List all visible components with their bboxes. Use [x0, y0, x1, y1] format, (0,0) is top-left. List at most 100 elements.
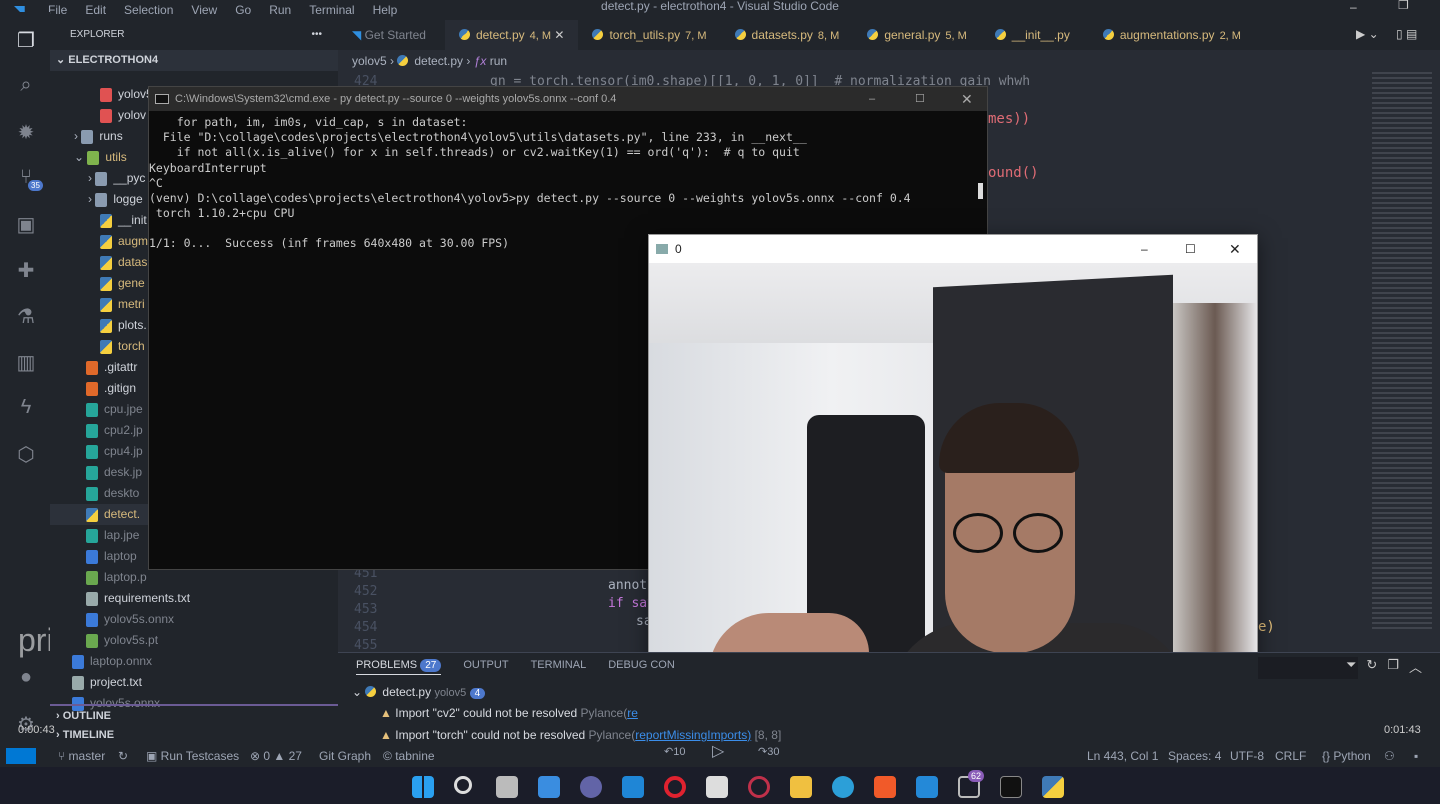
maximize-button[interactable]: ☐ — [915, 87, 925, 111]
problem-file[interactable]: ⌄ detect.py yolov5 4 — [352, 685, 486, 699]
opera-icon[interactable] — [664, 776, 686, 798]
filter-box[interactable] — [1258, 657, 1358, 679]
tab-torchutilspy[interactable]: torch_utils.py 7, M — [578, 20, 720, 50]
tabnine[interactable]: © tabnine — [383, 745, 435, 767]
notes-icon[interactable]: 62 — [958, 770, 985, 798]
tab-terminal[interactable]: TERMINAL — [531, 659, 587, 675]
cmd-line: KeyboardInterrupt — [149, 160, 267, 175]
indentation[interactable]: Spaces: 4 — [1168, 745, 1221, 767]
explorer-icon[interactable]: ❐ — [14, 28, 38, 52]
tab-detectpy[interactable]: detect.py 4, M ✕ — [444, 20, 579, 50]
run-testcases[interactable]: ▣ Run Testcases — [146, 745, 239, 767]
minimize-button[interactable]: – — [1141, 235, 1148, 263]
close-button[interactable]: ✕ — [1229, 235, 1241, 263]
minimap[interactable] — [1372, 72, 1432, 632]
tree-item[interactable]: yolov5s.onnx — [50, 609, 338, 630]
chevron-up-icon[interactable]: ︿ — [1409, 657, 1422, 676]
lightning-icon[interactable]: ϟ — [14, 396, 38, 420]
encoding[interactable]: UTF-8 — [1230, 745, 1264, 767]
breadcrumb-file[interactable]: detect.py — [414, 54, 463, 68]
tree-item[interactable]: requirements.txt — [50, 588, 338, 609]
problem-item[interactable]: ▲ Import "torch" could not be resolved P… — [380, 728, 781, 742]
tab-debug-console[interactable]: DEBUG CON — [608, 659, 675, 675]
forward-button[interactable]: ↷30 — [758, 741, 779, 763]
root-folder[interactable]: ⌄ ELECTROTHON4 — [50, 50, 338, 71]
search-icon[interactable] — [454, 776, 472, 794]
minimize-button[interactable]: – — [869, 87, 875, 111]
extensions-icon[interactable]: ✚ — [14, 258, 38, 282]
rewind-button[interactable]: ↶10 — [664, 741, 685, 763]
file-explorer-icon[interactable] — [790, 776, 812, 798]
maximize-button[interactable]: ☐ — [1185, 235, 1196, 263]
search-icon[interactable]: ⌕ — [14, 74, 38, 98]
tree-item[interactable]: yolov5s.pt — [50, 630, 338, 651]
source-control-icon[interactable]: ⑂ 35 — [14, 166, 43, 191]
breadcrumb-folder[interactable]: yolov5 — [352, 54, 387, 68]
store-icon[interactable] — [706, 776, 728, 798]
python-icon[interactable] — [1042, 776, 1064, 798]
git-graph[interactable]: Git Graph — [319, 745, 371, 767]
debug-icon[interactable]: ✹ — [14, 120, 38, 144]
folder-icon — [95, 192, 108, 207]
remote-button[interactable] — [6, 748, 36, 764]
branch[interactable]: ⑂ master — [58, 745, 105, 767]
tab-datasetspy[interactable]: datasets.py 8, M — [721, 20, 854, 50]
timeline-section[interactable]: › TIMELINE — [50, 725, 338, 746]
problems-status[interactable]: ⊗ 0 ▲ 27 — [250, 745, 302, 767]
eol[interactable]: CRLF — [1275, 745, 1306, 767]
edge-icon[interactable] — [832, 776, 854, 798]
breadcrumb-symbol[interactable]: run — [490, 54, 507, 68]
camera-title: 0 — [675, 242, 682, 256]
teams-icon[interactable] — [580, 776, 602, 798]
scrollbar[interactable] — [978, 183, 983, 199]
copy-icon[interactable]: ❐ — [1387, 657, 1399, 676]
outline-section[interactable]: › OUTLINE — [50, 704, 338, 725]
filter-icon[interactable]: ⏷ — [1346, 657, 1356, 676]
mail-icon[interactable] — [622, 776, 644, 798]
camera-window[interactable]: 0 – ☐ ✕ — [648, 234, 1258, 720]
language-mode[interactable]: {} Python — [1322, 745, 1371, 767]
cmd-output: for path, im, im0s, vid_cap, s in datase… — [149, 111, 987, 252]
close-button[interactable]: ✕ — [961, 87, 973, 111]
tab-initpy[interactable]: __init__.py — [981, 20, 1089, 50]
sync-icon[interactable]: ↻ — [118, 745, 128, 767]
brave-icon[interactable] — [874, 776, 896, 798]
copilot-icon[interactable]: ⚇ — [1384, 745, 1395, 767]
play-button[interactable]: ▷ — [712, 741, 724, 763]
more-actions-button[interactable]: ••• — [311, 20, 322, 50]
tab-generalpy[interactable]: general.py 5, M — [853, 20, 980, 50]
account-icon[interactable]: ● — [14, 666, 38, 690]
cube-icon[interactable]: ⬡ — [14, 442, 38, 466]
cursor-position[interactable]: Ln 443, Col 1 — [1087, 745, 1158, 767]
tree-item[interactable]: laptop.onnx — [50, 651, 338, 672]
opera-gx-icon[interactable] — [748, 776, 770, 798]
restore-button[interactable]: ❐ — [1398, 0, 1409, 12]
cmd-line: (venv) D:\collage\codes\projects\electro… — [149, 191, 911, 206]
run-button[interactable]: ▶ ⌄ — [1356, 27, 1379, 41]
cmd-title-bar[interactable]: C:\Windows\System32\cmd.exe - py detect.… — [149, 87, 987, 111]
problem-item[interactable]: ▲ Import "cv2" could not be resolved Pyl… — [380, 706, 638, 720]
split-editor-button[interactable]: ▯ ▤ — [1396, 27, 1417, 41]
python-icon — [86, 507, 98, 522]
refresh-icon[interactable]: ↻ — [1366, 657, 1377, 676]
feedback-icon[interactable]: ▪ — [1414, 745, 1418, 767]
camera-title-bar[interactable]: 0 – ☐ ✕ — [649, 235, 1257, 263]
tab-problems[interactable]: PROBLEMS 27 — [356, 659, 442, 675]
start-icon[interactable] — [412, 776, 434, 798]
task-view-icon[interactable] — [496, 776, 518, 798]
tab-output[interactable]: OUTPUT — [463, 659, 508, 675]
vscode-icon[interactable] — [916, 776, 938, 798]
close-tab-icon[interactable]: ✕ — [551, 28, 564, 42]
testing-icon[interactable]: ⚗ — [14, 304, 38, 328]
chart-icon[interactable]: ▥ — [14, 350, 38, 374]
tree-item[interactable]: project.txt — [50, 672, 338, 693]
remote-explorer-icon[interactable]: ▣ — [14, 212, 38, 236]
tree-item[interactable]: laptop.p — [50, 567, 338, 588]
problems-badge: 27 — [420, 659, 442, 672]
minimize-button[interactable]: – — [1350, 0, 1357, 14]
widgets-icon[interactable] — [538, 776, 560, 798]
terminal-icon[interactable] — [1000, 776, 1022, 798]
tab-augmentationspy[interactable]: augmentations.py 2, M — [1089, 20, 1255, 50]
notification-badge: 62 — [968, 770, 985, 782]
tab-getstarted[interactable]: ◥ Get Started — [338, 20, 445, 50]
